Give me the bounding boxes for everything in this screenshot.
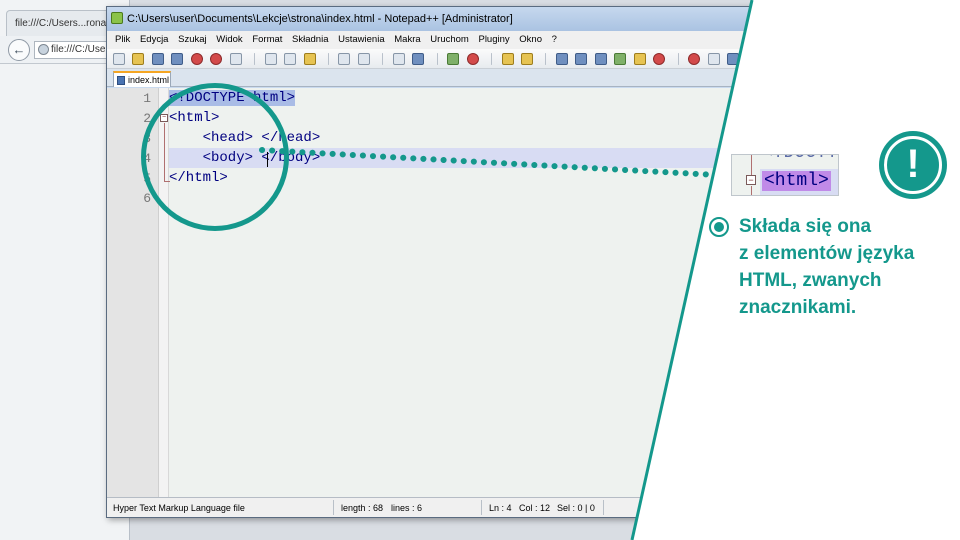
exclamation-mark: ! [884,136,942,194]
zoomed-code-preview: − <!DOCTYPE <html> [731,154,839,196]
zoom-html-tag: <html> [762,171,831,191]
note-line: znacznikami. [739,297,857,318]
zoom-prev-line: <!DOCTYPE [762,155,838,163]
note-line: HTML, zwanych [739,270,882,291]
note-line: Składa się ona [739,216,872,237]
note-text: Składa się ona z elementów języka HTML, … [739,213,914,321]
zoom-fold-line [751,186,752,195]
zoom-fold-line [751,155,752,175]
zoom-fold-icon: − [746,175,756,185]
bullet-icon [709,217,729,237]
exclamation-icon: ! [879,131,947,199]
note-line: z elementów języka [739,243,915,264]
